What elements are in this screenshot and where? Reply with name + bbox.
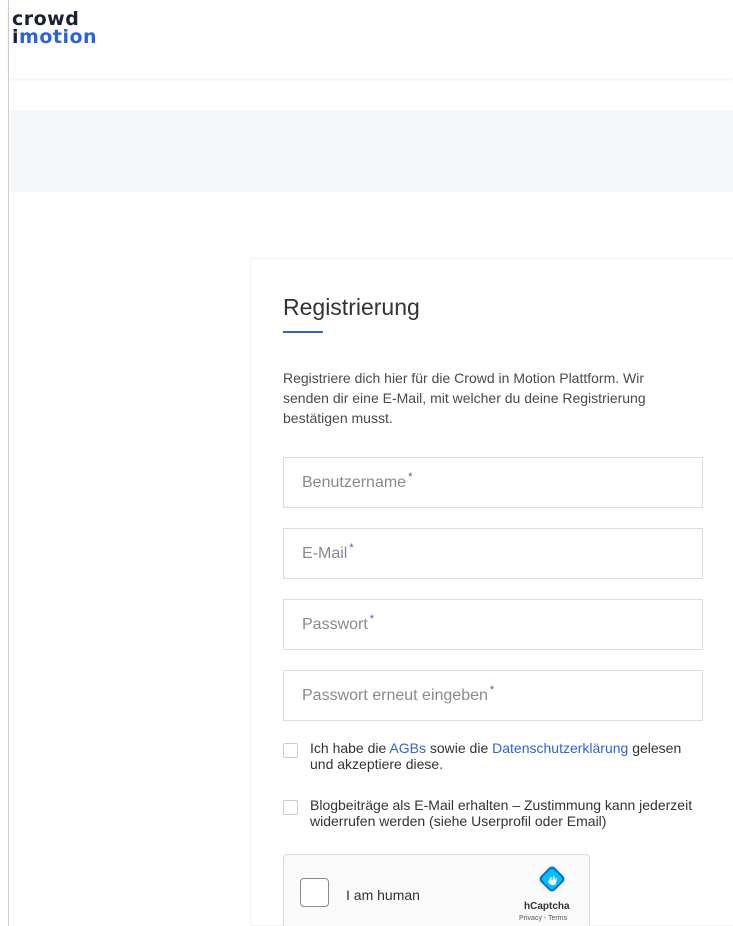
email-input[interactable]	[284, 529, 702, 578]
password-input[interactable]	[284, 600, 702, 649]
email-field[interactable]: E-Mail *	[283, 528, 703, 579]
title-underline	[283, 331, 323, 333]
privacy-policy-link[interactable]: Datenschutzerklärung	[492, 740, 628, 756]
username-input[interactable]	[284, 458, 702, 507]
captcha-privacy-terms-links[interactable]: Privacy - Terms	[519, 915, 567, 922]
hcaptcha-widget: I am human hCaptcha Privacy - Terms	[283, 854, 590, 926]
terms-checkbox[interactable]	[283, 743, 298, 758]
intro-text: Registriere dich hier für die Crowd in M…	[283, 370, 646, 426]
terms-text: Ich habe die AGBs sowie die Datenschutze…	[310, 740, 708, 772]
hcaptcha-brand: hCaptcha	[524, 901, 570, 912]
password-repeat-field[interactable]: Passwort erneut eingeben *	[283, 670, 703, 721]
crowd-in-motion-logo[interactable]: crowd imotion	[12, 10, 98, 48]
terms-text-before: Ich habe die	[310, 740, 390, 756]
hcaptcha-logo-icon	[539, 866, 565, 892]
username-field[interactable]: Benutzername *	[283, 457, 703, 508]
page-title: Registrierung	[283, 294, 420, 320]
logo-text-motion: imotion	[12, 26, 98, 48]
password-field[interactable]: Passwort *	[283, 599, 703, 650]
captcha-label: I am human	[346, 887, 420, 903]
terms-consent-row: Ich habe die AGBs sowie die Datenschutze…	[283, 740, 708, 772]
logo-word-motion: motion	[19, 26, 98, 48]
agb-link[interactable]: AGBs	[389, 740, 426, 756]
site-header: crowd imotion	[9, 0, 733, 78]
newsletter-checkbox[interactable]	[283, 800, 298, 815]
page-banner	[9, 110, 733, 192]
newsletter-text: Blogbeiträge als E-Mail erhalten – Zusti…	[310, 797, 693, 829]
terms-text-middle: sowie die	[425, 740, 493, 756]
captcha-checkbox[interactable]	[300, 878, 329, 907]
logo-letter-i: i	[12, 26, 20, 48]
newsletter-consent-row: Blogbeiträge als E-Mail erhalten – Zusti…	[283, 797, 708, 829]
password-repeat-input[interactable]	[284, 671, 702, 720]
